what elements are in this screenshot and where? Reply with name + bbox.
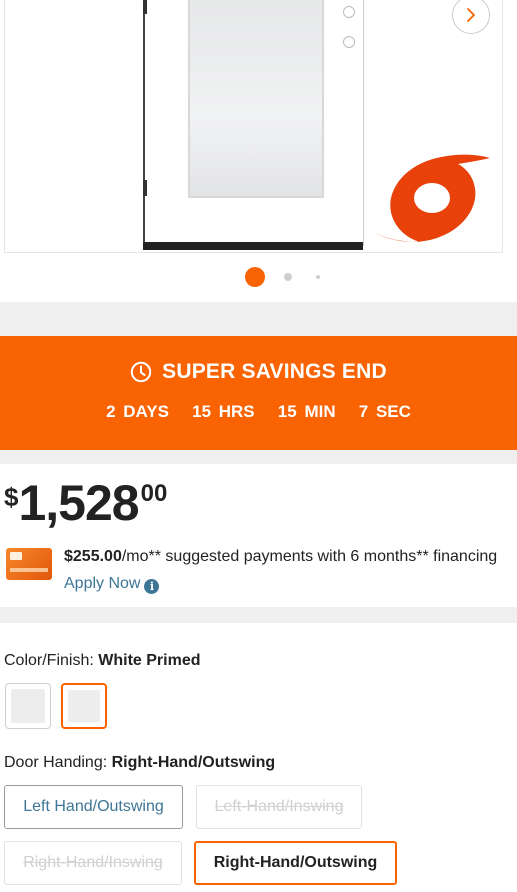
monthly-payment: $255.00 xyxy=(64,548,122,565)
door-sill xyxy=(143,242,363,250)
apply-now-link[interactable]: Apply Now xyxy=(64,575,140,592)
section-divider xyxy=(0,607,517,623)
promo-title-text: SUPER SAVINGS END xyxy=(162,360,387,383)
door-hinge xyxy=(143,0,147,14)
countdown-timer: 2 DAYS 15 HRS 15 MIN 7 SEC xyxy=(106,402,411,421)
promo-title: SUPER SAVINGS END xyxy=(0,360,517,384)
price-whole: 1,528 xyxy=(18,475,139,531)
color-finish-value: White Primed xyxy=(98,652,201,669)
door-glass xyxy=(188,0,324,198)
info-icon[interactable]: i xyxy=(144,579,160,594)
color-swatch-selected[interactable] xyxy=(61,683,107,729)
product-price: $ 1,528 00 xyxy=(4,472,167,532)
handing-left-outswing-button[interactable]: Left Hand/Outswing xyxy=(4,785,183,829)
hurricane-icon xyxy=(374,154,490,242)
door-handing-value: Right-Hand/Outswing xyxy=(111,754,276,771)
financing-text: /mo** suggested payments with 6 months**… xyxy=(121,548,498,565)
handing-right-outswing-button[interactable]: Right-Hand/Outswing xyxy=(194,841,397,885)
section-divider xyxy=(0,450,517,464)
handing-right-inswing-button[interactable]: Right-Hand/Inswing xyxy=(4,841,182,885)
super-savings-banner: SUPER SAVINGS END 2 DAYS 15 HRS 15 MIN 7… xyxy=(0,336,517,450)
image-pager-dot[interactable] xyxy=(284,273,292,281)
image-pager-dot-active[interactable] xyxy=(245,267,265,287)
financing-offer: $255.00/mo** suggested payments with 6 m… xyxy=(64,543,504,597)
image-pager-dot[interactable] xyxy=(316,275,320,279)
handing-left-inswing-button[interactable]: Left-Hand/Inswing xyxy=(196,785,362,829)
price-currency: $ xyxy=(4,482,19,512)
price-cents: 00 xyxy=(140,480,168,507)
color-finish-label: Color/Finish: White Primed xyxy=(4,652,201,669)
door-handing-label: Door Handing: Right-Hand/Outswing xyxy=(4,754,276,771)
door-hinge xyxy=(143,180,147,196)
door-knob xyxy=(343,6,355,18)
clock-icon xyxy=(130,361,152,383)
chevron-right-icon xyxy=(467,8,475,22)
credit-card-icon xyxy=(6,548,52,580)
door-lock xyxy=(343,36,355,48)
section-divider xyxy=(0,302,517,336)
color-swatch[interactable] xyxy=(5,683,51,729)
